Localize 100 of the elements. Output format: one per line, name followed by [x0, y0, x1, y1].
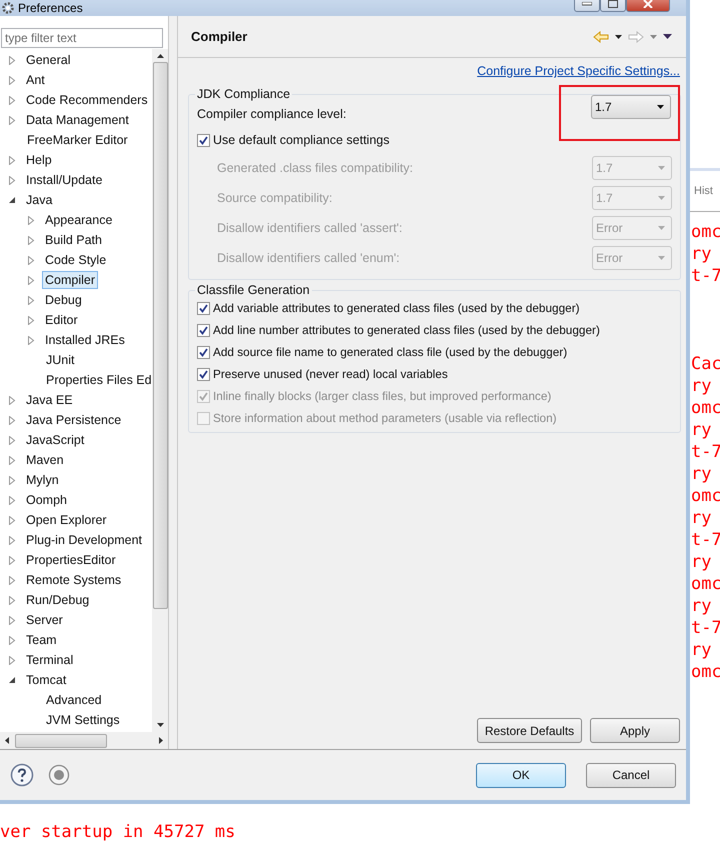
console-text: t-7	[691, 442, 720, 462]
collapsed-arrow-icon[interactable]	[8, 56, 16, 64]
tree-item[interactable]: Advanced	[43, 691, 105, 709]
collapsed-arrow-icon[interactable]	[27, 216, 35, 224]
collapsed-arrow-icon[interactable]	[8, 456, 16, 464]
tree-item[interactable]: FreeMarker Editor	[24, 131, 131, 149]
collapsed-arrow-icon[interactable]	[8, 556, 16, 564]
console-text: ver startup in 45727 ms	[0, 822, 236, 842]
collapsed-arrow-icon[interactable]	[8, 96, 16, 104]
tree-item[interactable]: Installed JREs	[42, 331, 128, 349]
tree-item[interactable]: Install/Update	[23, 171, 106, 189]
collapsed-arrow-icon[interactable]	[8, 436, 16, 444]
tree-item[interactable]: Build Path	[42, 231, 105, 249]
help-icon[interactable]	[10, 763, 34, 787]
compliance-dropdown[interactable]: 1.7	[591, 95, 671, 119]
tree-item[interactable]: PropertiesEditor	[23, 551, 119, 569]
forward-arrow-icon[interactable]	[628, 30, 644, 42]
tree-item[interactable]: JavaScript	[23, 431, 88, 449]
collapsed-arrow-icon[interactable]	[27, 296, 35, 304]
tree-item[interactable]: Run/Debug	[23, 591, 92, 609]
tree-item[interactable]: Appearance	[42, 211, 116, 229]
tree-item[interactable]: Mylyn	[23, 471, 62, 489]
tree-item[interactable]: General	[23, 51, 74, 69]
tree-item[interactable]: Properties Files Ed	[43, 371, 152, 389]
collapsed-arrow-icon[interactable]	[8, 576, 16, 584]
console-text: omc	[691, 662, 720, 682]
tree-item[interactable]: Help	[23, 151, 55, 169]
tree-item[interactable]: Editor	[42, 311, 81, 329]
collapsed-arrow-icon[interactable]	[8, 176, 16, 184]
tree-item[interactable]: Remote Systems	[23, 571, 124, 589]
collapsed-arrow-icon[interactable]	[27, 336, 35, 344]
configure-link[interactable]: Configure Project Specific Settings...	[477, 64, 680, 78]
console-text: ry	[691, 552, 712, 572]
tab-label[interactable]: Hist	[694, 185, 713, 197]
checkbox[interactable]	[197, 368, 210, 380]
console-text: ry	[691, 376, 712, 396]
tree-item[interactable]: Tomcat	[23, 671, 70, 689]
checkbox[interactable]	[197, 302, 210, 314]
horizontal-scrollbar[interactable]	[0, 732, 168, 749]
restore-defaults-button[interactable]: Restore Defaults	[477, 718, 582, 743]
collapsed-arrow-icon[interactable]	[8, 476, 16, 484]
tree-item[interactable]: Team	[23, 631, 60, 649]
tree-item[interactable]: JUnit	[43, 351, 78, 369]
checkbox-label: Add source file name to generated class file (used by the debugger)	[213, 345, 568, 359]
close-button[interactable]	[626, 0, 670, 12]
collapsed-arrow-icon[interactable]	[8, 596, 16, 604]
tree-item[interactable]: Ant	[23, 71, 48, 89]
collapsed-arrow-icon[interactable]	[27, 236, 35, 244]
tree-item[interactable]: Maven	[23, 451, 67, 469]
collapsed-arrow-icon[interactable]	[8, 516, 16, 524]
checkbox[interactable]	[197, 134, 210, 146]
dropdown-icon[interactable]	[615, 34, 622, 38]
view-menu-icon[interactable]	[663, 34, 672, 39]
console-text: t-7	[691, 618, 720, 638]
collapsed-arrow-icon[interactable]	[8, 156, 16, 164]
tree-item[interactable]: Debug	[42, 291, 85, 309]
tree-item[interactable]: Oomph	[23, 491, 70, 509]
expanded-arrow-icon[interactable]	[8, 196, 16, 204]
checkbox[interactable]	[197, 324, 210, 336]
collapsed-arrow-icon[interactable]	[8, 396, 16, 404]
maximize-button[interactable]	[600, 0, 626, 12]
tree-item[interactable]: Java	[23, 191, 56, 209]
collapsed-arrow-icon[interactable]	[27, 276, 35, 284]
window-title: Preferences	[18, 1, 83, 15]
collapsed-arrow-icon[interactable]	[8, 116, 16, 124]
collapsed-arrow-icon[interactable]	[8, 416, 16, 424]
tree-item[interactable]: Terminal	[23, 651, 76, 669]
collapsed-arrow-icon[interactable]	[8, 616, 16, 624]
tree-item[interactable]: Java EE	[23, 391, 76, 409]
collapsed-arrow-icon[interactable]	[8, 636, 16, 644]
tree-item[interactable]: Compiler	[42, 271, 98, 289]
page-title: Compiler	[191, 29, 248, 44]
collapsed-arrow-icon[interactable]	[8, 76, 16, 84]
apply-button[interactable]: Apply	[590, 718, 680, 743]
collapsed-arrow-icon[interactable]	[8, 656, 16, 664]
right-arrow-icon	[159, 737, 163, 744]
tree-item[interactable]: Server	[23, 611, 66, 629]
tree-item[interactable]: Open Explorer	[23, 511, 110, 529]
tree-item[interactable]: Code Style	[42, 251, 110, 269]
tree-item[interactable]: Data Management	[23, 111, 132, 129]
collapsed-arrow-icon[interactable]	[27, 256, 35, 264]
tree-item[interactable]: Plug-in Development	[23, 531, 146, 549]
vertical-scrollbar[interactable]	[152, 49, 168, 732]
tree-item[interactable]: Code Recommenders	[23, 91, 151, 109]
tree-item[interactable]: JVM Settings	[43, 711, 123, 729]
back-arrow-icon[interactable]	[593, 30, 609, 42]
cancel-button[interactable]: Cancel	[586, 762, 676, 788]
tree-item[interactable]: Java Persistence	[23, 411, 124, 429]
expanded-arrow-icon[interactable]	[8, 676, 16, 684]
ok-button[interactable]: OK	[476, 762, 566, 788]
up-arrow-icon	[156, 54, 164, 58]
record-icon[interactable]	[48, 764, 70, 786]
collapsed-arrow-icon[interactable]	[8, 496, 16, 504]
field-label: Disallow identifiers called 'enum':	[217, 251, 400, 265]
filter-field[interactable]: type filter text	[1, 28, 163, 48]
checkbox[interactable]	[197, 346, 210, 358]
collapsed-arrow-icon[interactable]	[27, 316, 35, 324]
minimize-button[interactable]	[574, 0, 600, 12]
checkbox-label: Add variable attributes to generated class files (used by the debugger)	[213, 301, 580, 315]
collapsed-arrow-icon[interactable]	[8, 536, 16, 544]
